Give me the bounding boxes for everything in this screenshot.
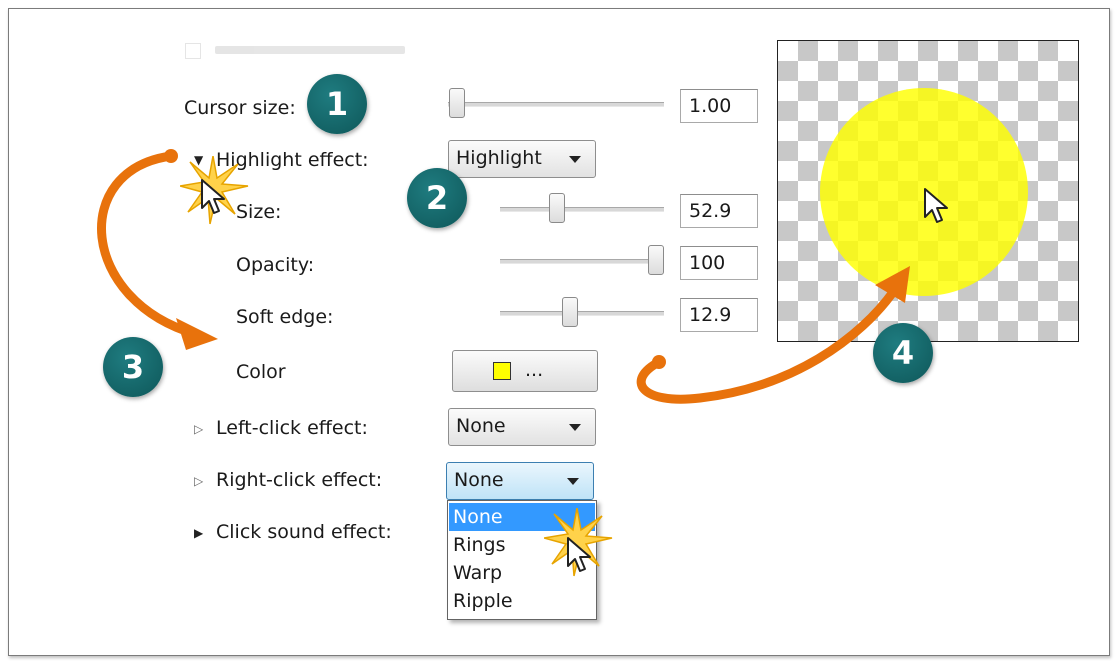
callout-badge-2: 2: [407, 168, 467, 228]
arrow-4: [636, 283, 901, 404]
click-burst-icon: [544, 508, 613, 577]
arrow-3-head: [176, 318, 218, 350]
callout-badge-3: 3: [103, 337, 163, 397]
callout-badge-4: 4: [873, 323, 933, 383]
click-burst-icon: [180, 156, 249, 225]
callout-badge-1: 1: [307, 74, 367, 134]
